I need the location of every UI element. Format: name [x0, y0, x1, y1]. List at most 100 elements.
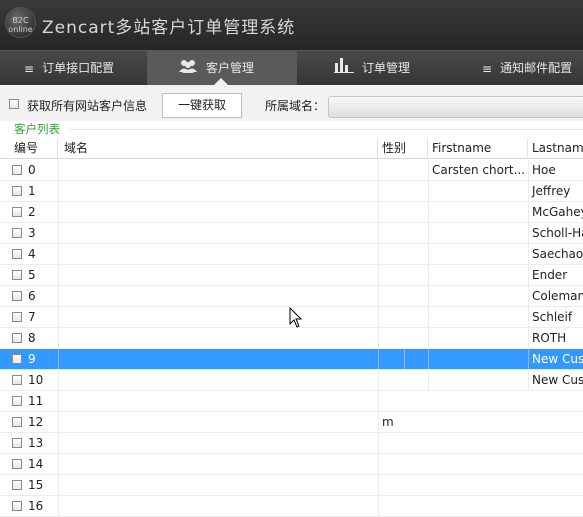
menu-lines-icon: ≡: [482, 61, 493, 76]
table-row[interactable]: 4 Saechao: [0, 244, 583, 265]
cell-id: 1: [28, 184, 36, 198]
cell-gender: [378, 286, 428, 306]
row-checkbox[interactable]: [12, 417, 22, 427]
cell-domain: [58, 307, 378, 327]
cell-id: 15: [28, 478, 44, 492]
cell-domain: [58, 496, 378, 516]
cell-firstname: [428, 307, 528, 327]
cell-domain: [58, 202, 378, 222]
table-row[interactable]: 13: [0, 433, 583, 454]
domain-select[interactable]: [328, 96, 583, 118]
column-header-lastname[interactable]: Lastname: [528, 138, 583, 158]
cell-firstname: [428, 181, 528, 201]
cell-id: 5: [28, 268, 36, 282]
domain-label: 所属域名：: [265, 99, 326, 113]
cell-gender: [378, 454, 428, 474]
cell-domain: [58, 286, 378, 306]
tab-label: 客户管理: [206, 61, 255, 75]
cell-lastname: Ender: [532, 268, 568, 282]
section-title: 客户列表: [14, 122, 60, 136]
users-icon: [178, 52, 198, 86]
row-checkbox[interactable]: [12, 333, 22, 343]
table-row[interactable]: 12 m: [0, 412, 583, 433]
cell-id: 6: [28, 289, 36, 303]
table-row[interactable]: 0 Carsten chort... Hoe: [0, 160, 583, 181]
table-row[interactable]: 15: [0, 475, 583, 496]
table-row[interactable]: 8 ROTH: [0, 328, 583, 349]
row-checkbox[interactable]: [12, 291, 22, 301]
cell-id: 14: [28, 457, 44, 471]
row-checkbox[interactable]: [12, 165, 22, 175]
table-row[interactable]: 2 McGahey: [0, 202, 583, 223]
cell-gender: [378, 370, 428, 390]
column-header-firstname[interactable]: Firstname: [428, 138, 528, 158]
tab-notify-email-config[interactable]: ≡ 通知邮件配置: [482, 51, 572, 85]
cell-domain: [58, 412, 378, 432]
table-row[interactable]: 3 Scholl-Ha: [0, 223, 583, 244]
column-header-gender[interactable]: 性别: [378, 138, 428, 158]
row-checkbox[interactable]: [12, 312, 22, 322]
mouse-cursor-icon: [289, 307, 303, 328]
customer-list-section: 客户列表: [0, 121, 583, 138]
cell-gender: [378, 181, 428, 201]
fetch-all-checkbox[interactable]: [9, 99, 19, 109]
table-row[interactable]: 1 Jeffrey: [0, 181, 583, 202]
cell-lastname: [528, 391, 583, 411]
cell-gender: m: [382, 415, 394, 429]
table-row[interactable]: 11: [0, 391, 583, 412]
cell-lastname: [528, 454, 583, 474]
row-checkbox[interactable]: [12, 228, 22, 238]
cell-gender: [378, 433, 428, 453]
fetch-all-label: 获取所有网站客户信息: [27, 99, 148, 113]
tab-order-management[interactable]: 订单管理: [334, 51, 410, 85]
cell-lastname: ROTH: [532, 331, 567, 345]
cell-firstname: [428, 328, 528, 348]
row-checkbox[interactable]: [12, 438, 22, 448]
cell-gender: [378, 160, 428, 180]
section-divider: [70, 129, 583, 130]
tab-label: 通知邮件配置: [500, 61, 573, 75]
cell-lastname: McGahey: [532, 205, 583, 219]
table-row[interactable]: 14: [0, 454, 583, 475]
row-checkbox[interactable]: [12, 501, 22, 511]
row-checkbox[interactable]: [12, 480, 22, 490]
cell-gender: [378, 202, 428, 222]
one-click-fetch-button[interactable]: 一键获取: [162, 93, 242, 118]
cell-firstname: [428, 433, 528, 453]
tab-order-api-config[interactable]: ≡ 订单接口配置: [24, 51, 114, 85]
cell-firstname: [428, 496, 528, 516]
cell-lastname: [528, 496, 583, 516]
bar-chart-icon: [334, 52, 354, 86]
row-checkbox[interactable]: [12, 207, 22, 217]
cell-firstname: [428, 454, 528, 474]
cell-firstname: [428, 391, 528, 411]
table-row[interactable]: 5 Ender: [0, 265, 583, 286]
table-row[interactable]: 16: [0, 496, 583, 517]
table-row[interactable]: 9 New Cus: [0, 349, 583, 370]
cell-domain: [58, 160, 378, 180]
cell-id: 4: [28, 247, 36, 261]
row-checkbox[interactable]: [12, 375, 22, 385]
cell-gender: [378, 265, 428, 285]
row-checkbox[interactable]: [12, 270, 22, 280]
row-checkbox[interactable]: [12, 354, 22, 364]
column-header-id[interactable]: 编号: [10, 138, 58, 158]
cell-domain: [58, 223, 378, 243]
cell-id: 13: [28, 436, 44, 450]
app-title: Zencart多站客户订单管理系统: [42, 18, 296, 38]
column-header-domain[interactable]: 域名: [58, 138, 378, 158]
cell-lastname: New Cus: [532, 373, 583, 387]
row-checkbox[interactable]: [12, 396, 22, 406]
table-row[interactable]: 6 Coleman: [0, 286, 583, 307]
cell-lastname: [528, 475, 583, 495]
row-checkbox[interactable]: [12, 186, 22, 196]
row-checkbox[interactable]: [12, 249, 22, 259]
cell-id: 8: [28, 331, 36, 345]
cell-firstname: [428, 265, 528, 285]
cell-lastname: [528, 433, 583, 453]
cell-firstname: Carsten chort...: [432, 163, 526, 177]
cell-firstname: [428, 370, 528, 390]
table-row[interactable]: 10 New Cus: [0, 370, 583, 391]
cell-domain: [58, 370, 378, 390]
row-checkbox[interactable]: [12, 459, 22, 469]
